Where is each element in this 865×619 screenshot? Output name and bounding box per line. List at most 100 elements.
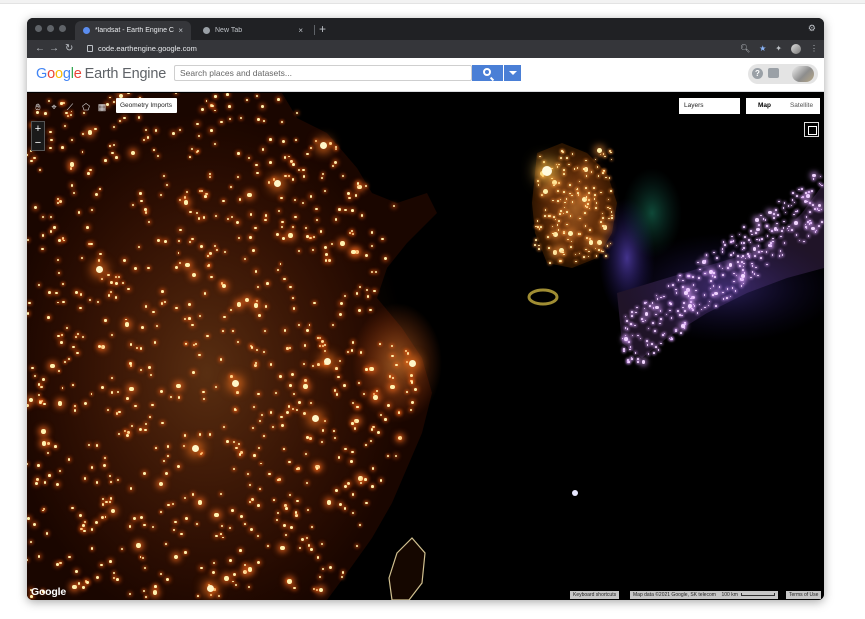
reload-button[interactable]: ↻ [65,42,73,56]
city-light [160,390,164,394]
city-light [262,350,265,353]
close-window-dot[interactable] [35,25,42,32]
browser-kebab-menu-icon[interactable]: ⋮ [810,42,818,56]
city-light [320,339,324,343]
url-field[interactable]: code.earthengine.google.com [98,43,197,55]
city-light [138,245,141,248]
city-light [651,343,654,345]
search-options-button[interactable] [504,65,521,81]
draw-polygon-icon[interactable]: ⬠ [81,102,91,112]
city-light [39,401,43,405]
city-light [266,544,269,547]
city-light [667,285,670,287]
city-light [263,330,266,333]
maximize-window-dot[interactable] [59,25,66,32]
city-light [149,415,152,418]
feedback-icon[interactable] [768,68,779,78]
city-light [811,226,815,231]
user-avatar[interactable] [792,66,814,82]
browser-menu-icon[interactable]: ⚙ [808,23,816,34]
city-light [683,302,685,305]
terms-of-use-link[interactable]: Terms of Use [786,591,822,599]
forward-button[interactable]: → [49,42,59,56]
city-light [682,279,684,282]
zoom-icon[interactable]: 🔍︎ [740,42,750,56]
layers-button[interactable]: Layers [679,98,740,114]
search-button[interactable] [472,65,503,81]
city-light [571,194,573,197]
back-button[interactable]: ← [35,42,45,56]
close-tab-icon[interactable]: × [178,26,183,35]
tab-new-tab[interactable]: New Tab × [195,21,311,40]
city-light [795,234,798,236]
zoom-out-button[interactable]: − [32,136,44,150]
city-light [31,366,34,369]
city-light [348,196,352,200]
earth-engine-logo[interactable]: Google Earth Engine [36,66,166,82]
tab-earth-engine[interactable]: *landsat - Earth Engine Code × [75,21,191,40]
city-light [27,404,29,408]
minimize-window-dot[interactable] [47,25,54,32]
city-light [791,198,794,201]
new-tab-button[interactable]: + [319,22,326,36]
zoom-in-button[interactable]: + [32,122,44,136]
city-light [809,211,812,213]
tab-title: New Tab [215,27,243,34]
bookmark-star-icon[interactable]: ★ [759,42,766,56]
pan-hand-icon[interactable]: ✋︎ [33,102,43,112]
city-light [283,328,287,332]
city-light [289,526,293,530]
city-light [793,213,795,216]
city-light [647,353,650,355]
map-canvas[interactable]: ✋︎ ⌖ ⟋ ⬠ ▦ Geometry Imports Layers Map S… [27,93,824,600]
city-light [173,554,179,560]
extensions-icon[interactable]: ✦ [775,42,782,56]
draw-rectangle-icon[interactable]: ▦ [97,102,107,112]
city-light [585,248,588,251]
city-light [582,197,588,203]
city-light [138,428,142,432]
city-light [343,294,347,298]
city-light [768,210,772,215]
city-light [566,156,568,159]
geometry-imports-button[interactable]: Geometry Imports [116,98,177,113]
city-light [570,246,572,248]
add-marker-icon[interactable]: ⌖ [49,102,59,112]
city-light [603,169,606,172]
search-input[interactable]: Search places and datasets... [174,65,472,81]
city-light [175,306,178,310]
city-light [324,259,328,262]
city-light [779,250,782,252]
city-light [213,587,216,591]
city-light [697,261,699,264]
city-light [153,341,157,344]
city-light [82,529,86,533]
draw-line-icon[interactable]: ⟋ [65,102,75,112]
city-light [233,573,237,577]
city-light [716,257,718,259]
city-light [316,219,319,222]
city-light [257,392,260,396]
city-light [81,151,84,154]
city-light [757,274,759,277]
city-light [742,282,745,285]
city-light [247,192,252,198]
city-light [148,366,151,369]
map-type-map-button[interactable]: Map [746,98,783,114]
profile-avatar-icon[interactable] [791,44,801,54]
city-light [61,282,64,285]
city-light [208,251,212,255]
close-tab-icon[interactable]: × [298,26,303,35]
city-light [287,175,290,178]
fullscreen-icon[interactable] [804,122,819,137]
city-light [722,274,724,276]
city-light [116,578,119,582]
map-type-satellite-button[interactable]: Satellite [783,98,820,114]
city-light [71,383,74,386]
city-light [207,263,211,266]
city-light [199,245,203,248]
city-light [268,472,271,475]
help-icon[interactable]: ? [752,68,763,79]
keyboard-shortcuts-link[interactable]: Keyboard shortcuts [570,591,620,599]
google-watermark: Google [31,586,66,598]
